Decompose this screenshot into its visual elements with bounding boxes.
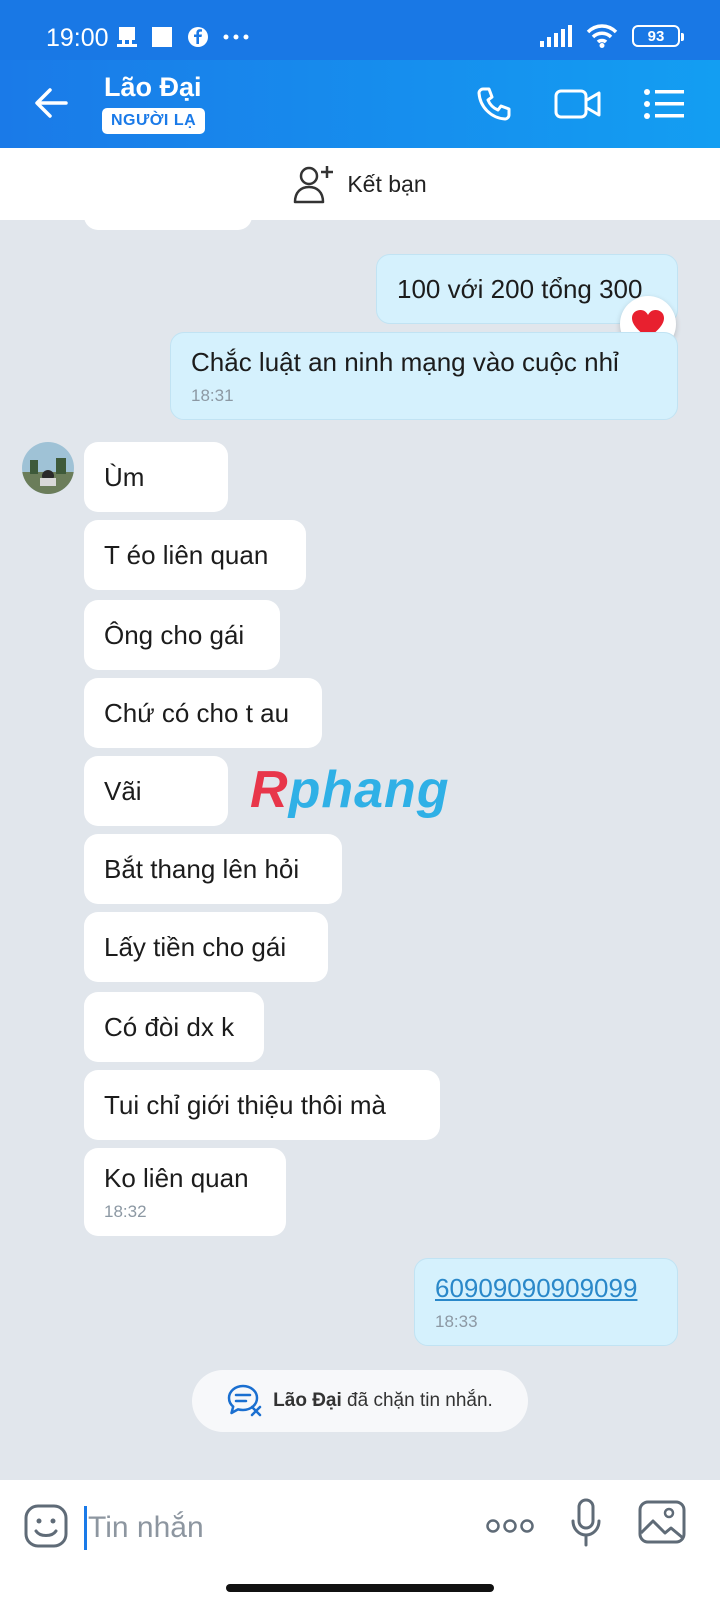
notification-icon	[117, 27, 137, 47]
voice-call-button[interactable]	[470, 80, 518, 128]
partial-message-bubble	[84, 220, 252, 230]
photo-button[interactable]	[638, 1500, 686, 1549]
message-text: Có đòi dx k	[104, 1011, 235, 1042]
incoming-message[interactable]: Chứ có cho t au	[84, 678, 322, 748]
video-call-button[interactable]	[554, 80, 602, 128]
stranger-badge: NGƯỜI LẠ	[102, 108, 206, 134]
list-menu-icon	[644, 89, 684, 119]
incoming-message[interactable]: Ông cho gái	[84, 600, 280, 670]
message-text: Ông cho gái	[104, 619, 245, 650]
text-cursor	[84, 1506, 87, 1550]
message-text: Ko liên quan	[104, 1162, 249, 1193]
phone-icon	[477, 87, 511, 121]
outgoing-message[interactable]: Chắc luật an ninh mạng vào cuộc nhỉ 18:3…	[170, 332, 678, 420]
blocked-notice: Lão Đại đã chặn tin nhắn.	[192, 1370, 528, 1432]
message-text: Chắc luật an ninh mạng vào cuộc nhỉ	[191, 346, 619, 377]
message-text: T éo liên quan	[104, 539, 269, 570]
contact-name[interactable]: Lão Đại	[104, 72, 202, 103]
incoming-message[interactable]: Ùm	[84, 442, 228, 512]
status-time: 19:00	[46, 24, 109, 52]
status-icons-left	[117, 26, 249, 48]
microphone-icon	[571, 1498, 601, 1547]
message-text: Bắt thang lên hỏi	[104, 853, 300, 884]
incoming-message[interactable]: Bắt thang lên hỏi	[84, 834, 342, 904]
message-input-bar	[0, 1480, 720, 1600]
message-text: Tui chỉ giới thiệu thôi mà	[104, 1089, 386, 1120]
status-bar: 19:00 93	[0, 0, 720, 60]
image-gallery-icon	[638, 1500, 686, 1544]
message-text: 100 với 200 tổng 300	[397, 273, 643, 304]
message-time: 18:33	[435, 1311, 478, 1331]
incoming-message[interactable]: Lấy tiền cho gái	[84, 912, 328, 982]
message-time: 18:31	[191, 385, 234, 405]
contact-avatar[interactable]	[22, 442, 74, 494]
watermark-logo: Rphang	[250, 760, 450, 820]
add-friend-button[interactable]: Kết bạn	[0, 148, 720, 220]
incoming-message[interactable]: Tui chỉ giới thiệu thôi mà	[84, 1070, 440, 1140]
sticker-smile-icon	[24, 1504, 68, 1548]
blocked-chat-icon	[227, 1384, 262, 1417]
wifi-icon	[586, 24, 618, 48]
message-input[interactable]	[88, 1504, 448, 1552]
message-time: 18:32	[104, 1201, 147, 1221]
message-text: Chứ có cho t au	[104, 697, 290, 728]
blocked-contact-name: Lão Đại	[273, 1390, 342, 1411]
video-camera-icon	[554, 89, 601, 119]
home-indicator[interactable]	[226, 1584, 494, 1592]
add-person-icon	[294, 166, 334, 204]
back-button[interactable]	[30, 82, 72, 124]
more-dots-icon	[486, 1519, 534, 1533]
phone-number-link[interactable]: 60909090909099	[435, 1273, 657, 1304]
battery-level: 93	[647, 27, 665, 45]
menu-button[interactable]	[640, 80, 688, 128]
incoming-message[interactable]: Ko liên quan 18:32	[84, 1148, 286, 1236]
incoming-message[interactable]: T éo liên quan	[84, 520, 306, 590]
outgoing-message[interactable]: 60909090909099 18:33	[414, 1258, 678, 1346]
message-text: Vãi	[104, 775, 142, 806]
chat-header: Lão Đại NGƯỜI LẠ	[0, 60, 720, 148]
emoji-button[interactable]	[24, 1504, 68, 1553]
watermark-first-letter: R	[250, 761, 289, 819]
avatar-image	[22, 442, 74, 494]
signal-icon	[540, 25, 572, 47]
blocked-text: Lão Đại đã chặn tin nhắn.	[273, 1390, 493, 1412]
status-icons-right: 93	[540, 24, 684, 48]
message-text: Ùm	[104, 461, 145, 492]
add-friend-label: Kết bạn	[347, 170, 427, 197]
more-dots-icon	[223, 34, 249, 40]
watermark-rest: phang	[288, 761, 450, 819]
more-options-button[interactable]	[486, 1518, 534, 1539]
message-text: Lấy tiền cho gái	[104, 931, 287, 962]
incoming-message[interactable]: Có đòi dx k	[84, 992, 264, 1062]
arrow-left-icon	[35, 88, 68, 118]
square-app-icon	[152, 27, 172, 47]
blocked-message: đã chặn tin nhắn.	[347, 1390, 493, 1411]
chat-area[interactable]: 100 với 200 tổng 300 Chắc luật an ninh m…	[0, 220, 720, 1480]
voice-message-button[interactable]	[570, 1498, 602, 1553]
facebook-icon	[188, 27, 208, 47]
incoming-message[interactable]: Vãi	[84, 756, 228, 826]
battery-icon: 93	[632, 25, 684, 47]
